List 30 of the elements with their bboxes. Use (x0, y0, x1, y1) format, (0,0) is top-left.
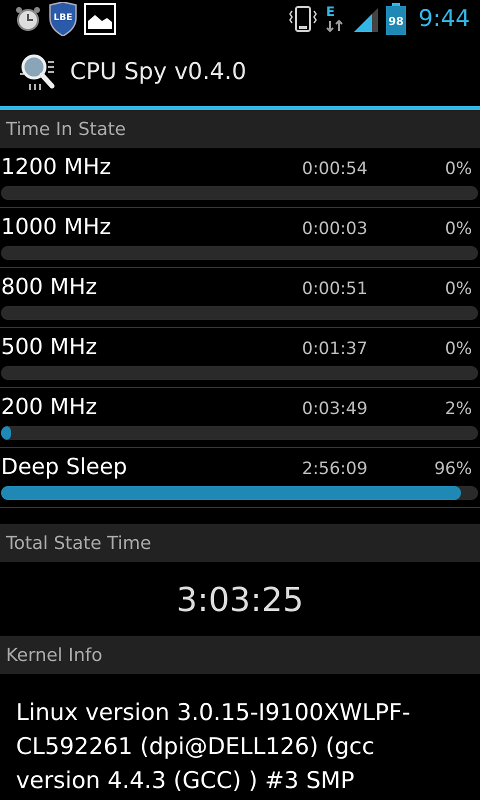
clock-time: 9:44 (418, 6, 470, 32)
alarm-clock-icon (14, 5, 42, 33)
state-time: 2:56:09 (302, 459, 369, 479)
section-header: Total State Time (0, 524, 480, 562)
picture-icon (84, 3, 116, 35)
battery-icon: 98 (386, 3, 406, 35)
state-percent: 0% (444, 219, 473, 239)
section-header: Time In State (0, 110, 480, 148)
state-name: Deep Sleep (1, 455, 128, 480)
vibrate-icon (288, 5, 318, 33)
state-percent: 0% (444, 339, 473, 359)
total-time: 3:03:25 (176, 580, 304, 618)
state-time: 0:03:49 (302, 399, 369, 419)
state-time: 0:00:03 (302, 219, 369, 239)
state-percent: 96% (433, 459, 473, 479)
state-name: 1000 MHz (1, 215, 112, 240)
state-time: 0:00:51 (302, 279, 369, 299)
state-name: 800 MHz (1, 275, 98, 300)
kernel-version-text: Linux version 3.0.15-I9100XWLPF-CL592261 (dpi@DELL126) (gcc version 4.4.3 (GCC) ) #3 SMP (15, 699, 412, 796)
section-header: Kernel Info (0, 636, 480, 674)
state-name: 200 MHz (1, 395, 98, 420)
shield-badge-text: LBE (54, 13, 72, 23)
state-percent: 0% (444, 159, 473, 179)
state-name: 500 MHz (1, 335, 98, 360)
state-time: 0:01:37 (302, 339, 369, 359)
state-name: 1200 MHz (1, 155, 112, 180)
app-title: CPU Spy v0.4.0 (70, 59, 246, 85)
state-percent: 0% (444, 279, 473, 299)
state-time: 0:00:54 (302, 159, 369, 179)
state-percent: 2% (444, 399, 473, 419)
